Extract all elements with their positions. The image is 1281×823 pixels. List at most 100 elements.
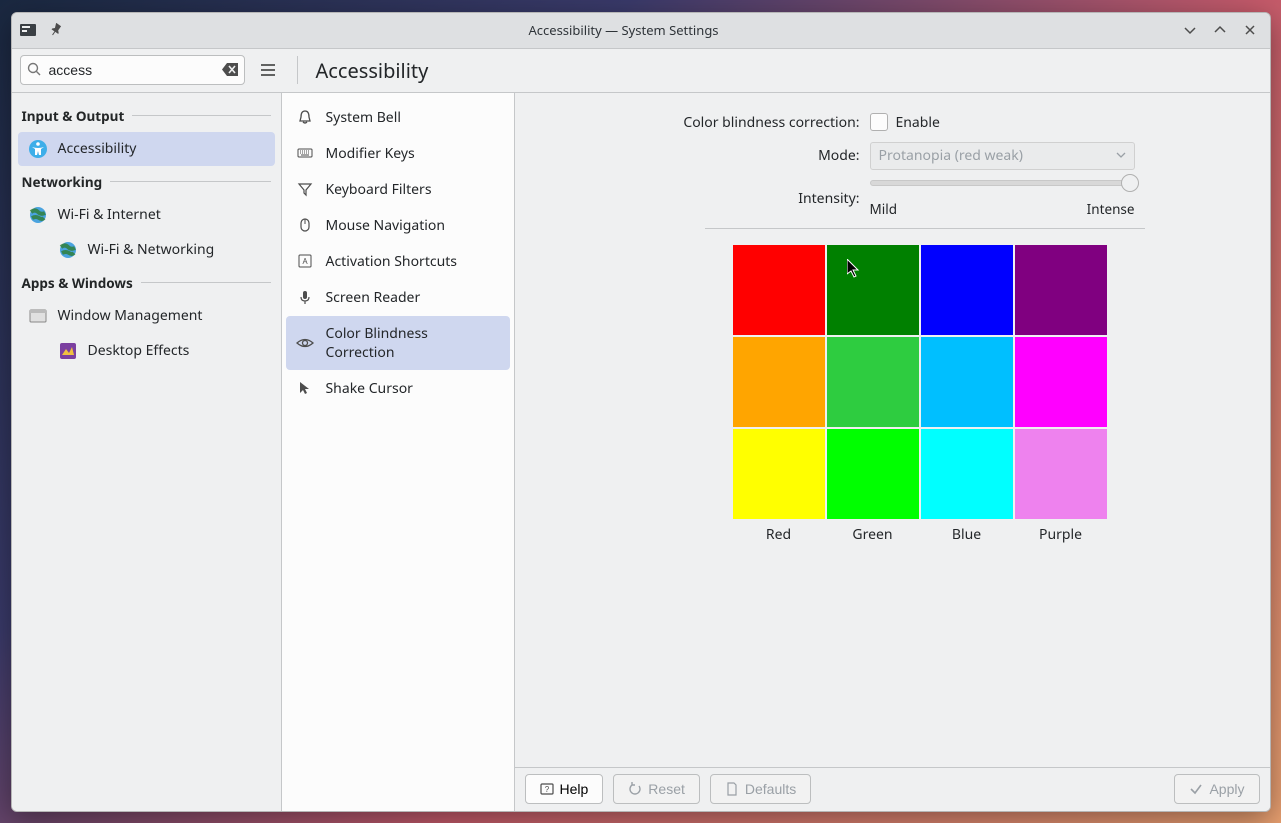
- keyboard-icon: [296, 144, 314, 162]
- check-icon: [1189, 782, 1203, 796]
- titlebar: Accessibility — System Settings: [12, 13, 1270, 49]
- window-title: Accessibility — System Settings: [66, 21, 1182, 39]
- settings-window: Accessibility — System Settings Accessib…: [11, 12, 1271, 812]
- subnav-item-mouse-navigation[interactable]: Mouse Navigation: [286, 208, 510, 243]
- accessibility-icon: [28, 139, 48, 159]
- sidebar-item-label: Desktop Effects: [88, 341, 190, 360]
- subnav-item-label: Modifier Keys: [326, 144, 415, 163]
- color-swatch: [921, 337, 1013, 427]
- page-title: Accessibility: [312, 57, 429, 84]
- color-swatch: [921, 429, 1013, 519]
- intensity-min-label: Mild: [870, 200, 898, 218]
- mode-value: Protanopia (red weak): [879, 146, 1023, 165]
- color-swatch: [733, 337, 825, 427]
- enable-label[interactable]: Enable: [896, 113, 940, 132]
- color-swatch: [827, 429, 919, 519]
- color-swatch: [1015, 429, 1107, 519]
- intensity-label: Intensity:: [545, 189, 870, 208]
- subnav-item-system-bell[interactable]: System Bell: [286, 100, 510, 135]
- undo-icon: [628, 782, 642, 796]
- color-swatch: [733, 429, 825, 519]
- document-icon: [725, 782, 739, 796]
- subnav-item-label: Shake Cursor: [326, 379, 413, 398]
- search-input[interactable]: [20, 55, 245, 85]
- sidebar-item-desktop-effects[interactable]: Desktop Effects: [48, 334, 275, 368]
- subnav-item-screen-reader[interactable]: Screen Reader: [286, 280, 510, 315]
- svg-text:?: ?: [544, 785, 549, 794]
- subnav-item-label: Color Blindness Correction: [326, 324, 500, 362]
- color-swatch: [1015, 245, 1107, 335]
- chevron-down-icon: [1116, 146, 1126, 165]
- reset-button[interactable]: Reset: [613, 774, 700, 804]
- sidebar-item-label: Accessibility: [58, 139, 137, 158]
- category-header: Input & Output: [18, 101, 275, 131]
- subnav-item-label: Activation Shortcuts: [326, 252, 458, 271]
- bell-icon: [296, 108, 314, 126]
- close-button[interactable]: [1242, 22, 1258, 38]
- mode-label: Mode:: [545, 146, 870, 165]
- window-icon: [28, 306, 48, 326]
- help-icon: ?: [540, 782, 554, 796]
- globe-icon: [28, 205, 48, 225]
- subnav-item-label: Mouse Navigation: [326, 216, 446, 235]
- sidebar-item-window-management[interactable]: Window Management: [18, 299, 275, 333]
- sidebar-item-accessibility[interactable]: Accessibility: [18, 132, 275, 166]
- color-column-label: Red: [733, 525, 825, 544]
- menu-button[interactable]: [253, 55, 283, 85]
- subnav-item-modifier-keys[interactable]: Modifier Keys: [286, 136, 510, 171]
- filter-icon: [296, 180, 314, 198]
- effects-icon: [58, 341, 78, 361]
- correction-label: Color blindness correction:: [545, 113, 870, 132]
- pin-icon[interactable]: [46, 20, 66, 40]
- color-column-label: Purple: [1015, 525, 1107, 544]
- color-column-label: Blue: [921, 525, 1013, 544]
- color-swatch: [921, 245, 1013, 335]
- globe-icon: [58, 240, 78, 260]
- subnav-item-label: Keyboard Filters: [326, 180, 432, 199]
- subcategory-sidebar: System Bell Modifier Keys Keyboard Filters…: [282, 93, 515, 811]
- content-area: Color blindness correction: Enable Mode:…: [515, 93, 1270, 811]
- toolbar: Accessibility: [12, 49, 1270, 93]
- category-header: Networking: [18, 167, 275, 197]
- sidebar-item-label: Window Management: [58, 306, 203, 325]
- clear-search-icon[interactable]: [222, 61, 239, 83]
- subnav-item-activation-shortcuts[interactable]: A Activation Shortcuts: [286, 244, 510, 279]
- sidebar-item-wi-fi-internet[interactable]: Wi-Fi & Internet: [18, 198, 275, 232]
- color-swatch-grid: [733, 245, 1107, 519]
- subnav-item-color-blindness-correction[interactable]: Color Blindness Correction: [286, 316, 510, 370]
- color-swatch: [827, 337, 919, 427]
- mouse-icon: [296, 216, 314, 234]
- apply-button[interactable]: Apply: [1174, 774, 1259, 804]
- minimize-button[interactable]: [1182, 22, 1198, 38]
- color-swatch: [733, 245, 825, 335]
- slider-thumb[interactable]: [1121, 174, 1139, 192]
- separator: [705, 228, 1145, 229]
- defaults-button[interactable]: Defaults: [710, 774, 811, 804]
- subnav-item-shake-cursor[interactable]: Shake Cursor: [286, 371, 510, 406]
- svg-text:A: A: [302, 256, 308, 267]
- eye-icon: [296, 334, 314, 352]
- category-sidebar: Input & Output Accessibility Networking Wi-…: [12, 93, 282, 811]
- help-button[interactable]: ? Help: [525, 774, 604, 804]
- color-swatch: [827, 245, 919, 335]
- sidebar-item-label: Wi-Fi & Networking: [88, 240, 215, 259]
- maximize-button[interactable]: [1212, 22, 1228, 38]
- mode-combobox[interactable]: Protanopia (red weak): [870, 142, 1135, 170]
- color-swatch: [1015, 337, 1107, 427]
- intensity-slider[interactable]: [870, 180, 1135, 186]
- subnav-item-label: System Bell: [326, 108, 401, 127]
- sidebar-item-label: Wi-Fi & Internet: [58, 205, 161, 224]
- sidebar-item-wi-fi-networking[interactable]: Wi-Fi & Networking: [48, 233, 275, 267]
- enable-checkbox[interactable]: [870, 113, 888, 131]
- footer: ? Help Reset Defaults Apply: [515, 767, 1270, 811]
- shortcut-icon: A: [296, 252, 314, 270]
- mic-icon: [296, 288, 314, 306]
- category-header: Apps & Windows: [18, 268, 275, 298]
- divider: [297, 56, 298, 84]
- intensity-max-label: Intense: [1087, 200, 1135, 218]
- subnav-item-keyboard-filters[interactable]: Keyboard Filters: [286, 172, 510, 207]
- cursor-icon: [296, 379, 314, 397]
- search-icon: [27, 62, 42, 82]
- color-column-label: Green: [827, 525, 919, 544]
- app-icon: [18, 20, 38, 40]
